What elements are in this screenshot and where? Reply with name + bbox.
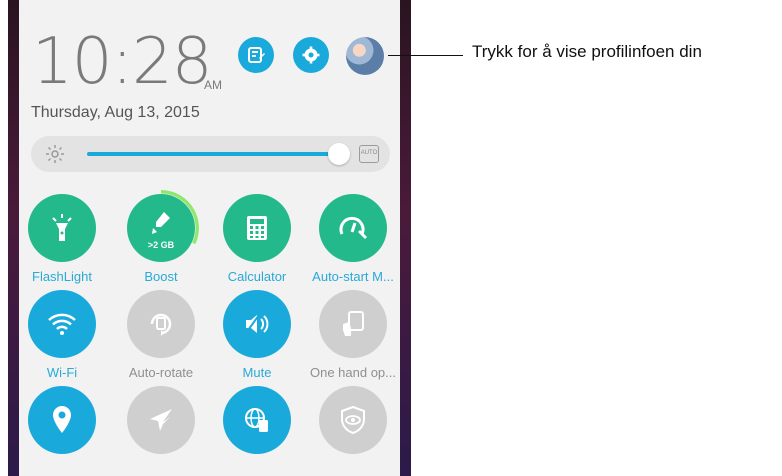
tile-label-one-hand-operation: One hand op... — [309, 365, 396, 380]
tile-calculator[interactable]: Calculator — [212, 194, 302, 284]
tile-label-mute: Mute — [242, 365, 272, 380]
tile-label-auto-rotate: Auto-rotate — [128, 365, 194, 380]
auto-brightness-label: AUTO — [360, 150, 378, 156]
eye-care-button[interactable] — [319, 386, 387, 454]
auto-start-manager-icon — [339, 216, 367, 239]
clock-time: 10:28 — [32, 25, 212, 99]
location-button[interactable] — [28, 386, 96, 454]
tile-wifi[interactable]: Wi-Fi — [19, 290, 107, 380]
profile-avatar-button[interactable] — [346, 37, 384, 75]
globe-data-icon — [245, 408, 268, 432]
tile-label-flashlight: FlashLight — [32, 269, 92, 284]
tile-label-boost: Boost — [144, 269, 178, 284]
tile-label-calculator: Calculator — [227, 269, 287, 284]
tile-label-auto-start-manager: Auto-start M... — [312, 269, 394, 284]
wifi-icon — [48, 313, 76, 335]
flashlight-icon — [52, 214, 72, 241]
auto-start-manager-button[interactable] — [319, 194, 387, 262]
brightness-slider-track[interactable] — [87, 152, 335, 156]
edit-list-icon — [248, 47, 265, 63]
tile-label-wifi: Wi-Fi — [46, 365, 78, 380]
tile-one-hand-operation[interactable]: One hand op... — [308, 290, 398, 380]
gear-icon — [302, 46, 320, 64]
callout-line — [388, 55, 463, 56]
boost-memory-ring — [123, 190, 199, 266]
airplane-mode-button[interactable] — [127, 386, 195, 454]
tile-airplane-mode[interactable] — [116, 386, 206, 461]
auto-brightness-toggle[interactable]: AUTO — [359, 145, 379, 163]
boost-button[interactable]: >2 GB — [123, 190, 199, 266]
mobile-data-button[interactable] — [223, 386, 291, 454]
auto-rotate-button[interactable] — [127, 290, 195, 358]
brightness-slider-thumb[interactable] — [328, 143, 350, 165]
mute-button[interactable] — [223, 290, 291, 358]
airplane-icon — [150, 409, 172, 431]
tile-flashlight[interactable]: FlashLight — [19, 194, 107, 284]
tile-auto-start-manager[interactable]: Auto-start M... — [308, 194, 398, 284]
one-hand-operation-button[interactable] — [319, 290, 387, 358]
clock-ampm: AM — [204, 78, 222, 92]
settings-button[interactable] — [293, 37, 329, 73]
calculator-button[interactable] — [223, 194, 291, 262]
edit-quick-settings-button[interactable] — [238, 37, 274, 73]
calculator-icon — [247, 216, 267, 240]
one-hand-operation-icon — [343, 311, 364, 336]
brightness-bar: AUTO — [31, 136, 390, 172]
wifi-button[interactable] — [28, 290, 96, 358]
location-icon — [53, 406, 71, 433]
flashlight-button[interactable] — [28, 194, 96, 262]
auto-rotate-icon — [150, 313, 172, 336]
eye-care-icon — [341, 405, 365, 435]
tile-mobile-data[interactable] — [212, 386, 302, 461]
boost-badge: >2 GB — [147, 240, 175, 250]
tile-boost[interactable]: >2 GB Boost — [116, 190, 206, 284]
tile-auto-rotate[interactable]: Auto-rotate — [116, 290, 206, 380]
tile-location[interactable] — [19, 386, 107, 461]
tile-mute[interactable]: Mute — [212, 290, 302, 380]
clock-date: Thursday, Aug 13, 2015 — [31, 104, 200, 121]
callout-text: Trykk for å vise profilinfoen din — [472, 42, 702, 61]
mute-icon — [245, 314, 269, 334]
quick-settings-panel: 10:28 AM Thursday, Aug 13, 2015 AUTO Fla… — [19, 0, 400, 476]
brightness-low-icon — [46, 145, 64, 163]
tile-eye-care[interactable] — [308, 386, 398, 461]
